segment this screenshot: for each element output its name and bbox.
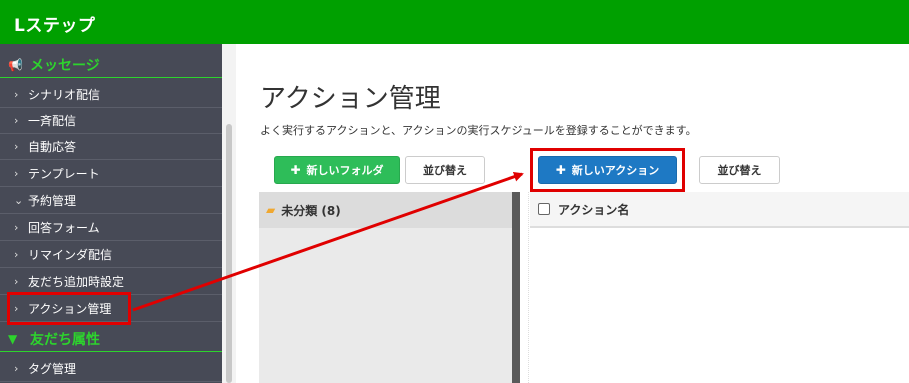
highlight-box-new-action xyxy=(530,148,685,192)
sidebar-item-auto-reply[interactable]: › 自動応答 xyxy=(0,134,222,160)
sidebar-item-label: タグ管理 xyxy=(28,362,77,376)
chevron-right-icon: › xyxy=(14,114,19,127)
sidebar-section-label: 友だち属性 xyxy=(30,331,100,348)
chevron-right-icon: › xyxy=(14,140,19,153)
new-folder-button[interactable]: ✚ 新しいフォルダ xyxy=(274,156,400,184)
sidebar-section-label: メッセージ xyxy=(30,57,100,74)
chevron-right-icon: › xyxy=(14,88,19,101)
panel-resize-handle[interactable] xyxy=(512,192,520,383)
sidebar-scrollbar[interactable] xyxy=(222,44,236,383)
plus-icon: ✚ xyxy=(290,163,301,177)
page-description: よく実行するアクションと、アクションの実行スケジュールを登録することができます。 xyxy=(260,124,697,137)
page-title: アクション管理 xyxy=(260,84,441,114)
sort-folders-button[interactable]: 並び替え xyxy=(405,156,485,184)
sidebar-item-label: 友だち追加時設定 xyxy=(28,275,125,289)
sidebar: 📢 メッセージ › シナリオ配信 › 一斉配信 › 自動応答 › テンプレート … xyxy=(0,44,222,383)
megaphone-icon: 📢 xyxy=(8,57,23,72)
sidebar-item-reminder[interactable]: › リマインダ配信 xyxy=(0,242,222,268)
sidebar-item-reservation[interactable]: ⌄ 予約管理 xyxy=(0,188,222,214)
select-all-checkbox[interactable] xyxy=(538,203,550,215)
chevron-down-icon: ⌄ xyxy=(14,194,24,207)
folder-panel: ▰ 未分類 (8) xyxy=(259,192,512,383)
sidebar-item-label: 自動応答 xyxy=(28,140,77,154)
sidebar-item-label: リマインダ配信 xyxy=(28,248,113,262)
sort-actions-button[interactable]: 並び替え xyxy=(699,156,780,184)
sidebar-item-label: 予約管理 xyxy=(28,194,77,208)
sidebar-item-scenario[interactable]: › シナリオ配信 xyxy=(0,82,222,108)
sidebar-section-friend-attr[interactable]: ▼ 友だち属性 xyxy=(0,326,222,352)
panel-gap xyxy=(520,192,529,383)
chevron-right-icon: › xyxy=(14,362,19,375)
sidebar-section-message[interactable]: 📢 メッセージ xyxy=(0,52,222,78)
chevron-right-icon: › xyxy=(14,221,19,234)
chevron-right-icon: › xyxy=(14,248,19,261)
sidebar-item-label: 一斉配信 xyxy=(28,114,77,128)
sidebar-item-template[interactable]: › テンプレート xyxy=(0,161,222,187)
sidebar-item-label: テンプレート xyxy=(28,167,100,181)
folder-label: 未分類 (8) xyxy=(281,203,341,218)
action-table-header: アクション名 xyxy=(530,192,909,228)
scrollbar-thumb[interactable] xyxy=(226,124,232,383)
sidebar-item-answer-form[interactable]: › 回答フォーム xyxy=(0,215,222,241)
brand-logo[interactable]: Lステップ xyxy=(14,11,95,36)
new-folder-label: 新しいフォルダ xyxy=(306,164,384,177)
top-bar: Lステップ xyxy=(0,0,909,44)
sidebar-item-tag-management[interactable]: › タグ管理 xyxy=(0,356,222,382)
column-header-action-name[interactable]: アクション名 xyxy=(558,201,629,218)
sidebar-item-broadcast[interactable]: › 一斉配信 xyxy=(0,108,222,134)
funnel-icon: ▼ xyxy=(8,331,18,346)
folder-item-uncategorized[interactable]: ▰ 未分類 (8) xyxy=(259,192,512,228)
sidebar-item-label: 回答フォーム xyxy=(28,221,100,235)
chevron-right-icon: › xyxy=(14,275,19,288)
highlight-box-sidebar xyxy=(7,292,131,325)
folder-open-icon: ▰ xyxy=(266,203,276,217)
chevron-right-icon: › xyxy=(14,167,19,180)
sidebar-item-label: シナリオ配信 xyxy=(28,88,101,102)
